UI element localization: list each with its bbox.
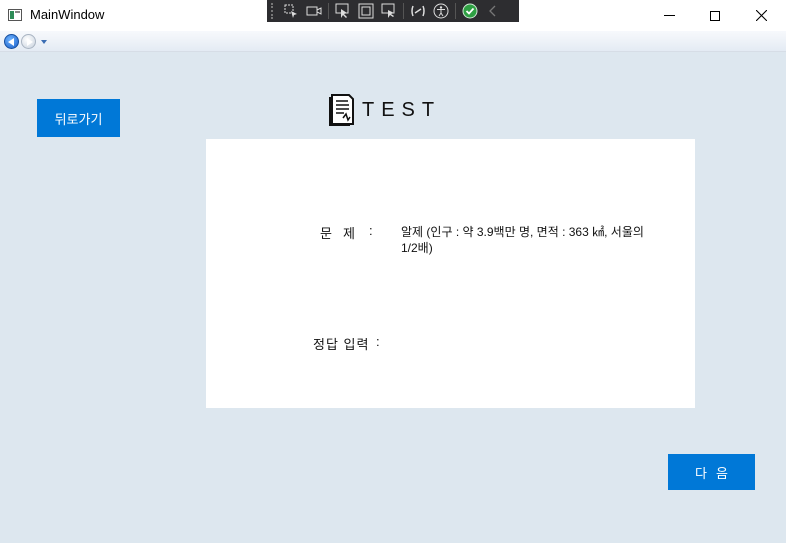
answer-colon: : (376, 334, 380, 349)
app-icon (8, 9, 22, 21)
check-icon[interactable] (461, 3, 479, 19)
maximize-icon (710, 10, 720, 21)
select-element-icon[interactable] (282, 3, 300, 19)
certificate-document-icon (329, 94, 354, 126)
minimize-icon (663, 15, 675, 16)
pointer-icon[interactable] (334, 3, 352, 19)
record-icon[interactable] (305, 3, 323, 19)
minimize-button[interactable] (646, 0, 692, 31)
toolbar-grip[interactable] (271, 3, 277, 19)
answer-input[interactable] (396, 327, 650, 353)
accessibility-icon[interactable] (432, 3, 450, 19)
back-arrow-icon[interactable] (4, 34, 19, 49)
navigation-bar (0, 31, 786, 52)
history-dropdown-icon[interactable] (41, 40, 47, 44)
question-text: 알제 (인구 : 약 3.9백만 명, 면적 : 363 ㎢, 서울의 1/2배… (401, 225, 644, 255)
back-button[interactable]: 뒤로가기 (37, 99, 120, 137)
binding-icon[interactable] (409, 3, 427, 19)
xaml-debug-toolbar (267, 0, 519, 22)
question-card: 문제 : 알제 (인구 : 약 3.9백만 명, 면적 : 363 ㎢, 서울의… (206, 139, 695, 408)
question-label: 문제 (320, 226, 366, 241)
toolbar-separator (328, 3, 329, 19)
answer-label: 정답 입력 (313, 337, 370, 352)
forward-arrow-icon[interactable] (21, 34, 36, 49)
track-focus-icon[interactable] (380, 3, 398, 19)
toolbar-separator (455, 3, 456, 19)
close-button[interactable] (738, 0, 784, 31)
toolbar-separator (403, 3, 404, 19)
question-colon: : (369, 223, 373, 238)
page-title: TEST (362, 99, 442, 121)
maximize-button[interactable] (692, 0, 738, 31)
close-icon (755, 10, 767, 21)
collapse-icon[interactable] (484, 3, 502, 19)
next-button[interactable]: 다음 (668, 454, 755, 490)
window-title: MainWindow (30, 7, 105, 22)
display-layout-icon[interactable] (357, 3, 375, 19)
